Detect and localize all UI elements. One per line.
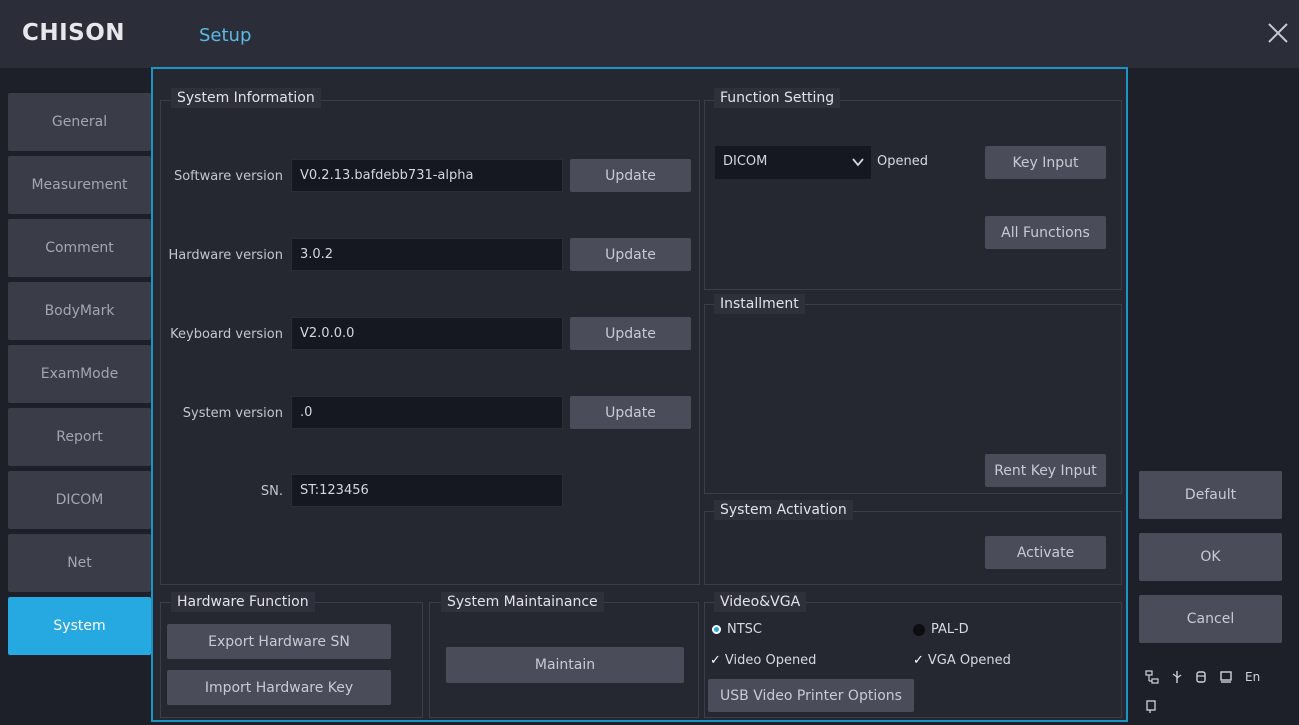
sidebar-item-bodymark[interactable]: BodyMark [8, 282, 151, 340]
check-icon: ✓ [710, 653, 721, 668]
settings-panel: System Information Software version V0.2… [151, 67, 1128, 722]
key-input-button[interactable]: Key Input [985, 146, 1106, 179]
system-maintainance-title: System Maintainance [441, 592, 604, 612]
default-button[interactable]: Default [1139, 471, 1282, 519]
vga-opened-label: VGA Opened [927, 653, 1011, 668]
sidebar-item-net[interactable]: Net [8, 534, 151, 592]
radio-unselected-icon [913, 623, 925, 636]
sidebar-item-exammode[interactable]: ExamMode [8, 345, 151, 403]
sidebar-item-dicom[interactable]: DICOM [8, 471, 151, 529]
keyboard-update-button[interactable]: Update [570, 317, 691, 350]
software-version-label: Software version [173, 169, 283, 184]
page-title: Setup [199, 25, 252, 46]
function-dropdown[interactable]: DICOM [715, 146, 871, 179]
function-setting-title: Function Setting [714, 88, 841, 108]
rent-key-input-button[interactable]: Rent Key Input [985, 454, 1106, 487]
hardware-version-label: Hardware version [168, 248, 283, 263]
sidebar-item-report[interactable]: Report [8, 408, 151, 466]
chison-logo: CHISON [22, 20, 126, 46]
software-version-field: V0.2.13.bafdebb731-alpha [291, 159, 563, 192]
hardware-function-title: Hardware Function [171, 592, 315, 612]
vga-opened-checkbox[interactable]: ✓ VGA Opened [913, 653, 1011, 668]
function-status: Opened [877, 154, 928, 169]
activate-button[interactable]: Activate [985, 536, 1106, 569]
function-dropdown-value: DICOM [723, 154, 768, 169]
ok-button[interactable]: OK [1139, 533, 1282, 581]
radio-selected-icon [712, 625, 721, 634]
status-bar: En [1145, 670, 1260, 684]
installment-title: Installment [714, 294, 805, 314]
usb-icon [1172, 671, 1182, 683]
all-functions-button[interactable]: All Functions [985, 216, 1106, 249]
video-opened-checkbox[interactable]: ✓ Video Opened [710, 653, 816, 668]
monitor-icon [1220, 671, 1232, 683]
system-update-button[interactable]: Update [570, 396, 691, 429]
pal-label: PAL-D [931, 622, 969, 637]
pal-radio[interactable]: PAL-D [913, 622, 969, 637]
storage-icon [1196, 671, 1206, 683]
export-hardware-sn-button[interactable]: Export Hardware SN [167, 624, 391, 659]
maintain-button[interactable]: Maintain [446, 647, 684, 683]
close-icon[interactable] [1265, 20, 1291, 46]
software-update-button[interactable]: Update [570, 159, 691, 192]
sidebar: General Measurement Comment BodyMark Exa… [8, 93, 151, 660]
system-activation-title: System Activation [714, 500, 853, 520]
video-opened-label: Video Opened [724, 653, 817, 668]
import-hardware-key-button[interactable]: Import Hardware Key [167, 670, 391, 705]
system-version-label: System version [182, 406, 283, 421]
keyboard-version-field: V2.0.0.0 [291, 317, 563, 350]
sidebar-item-measurement[interactable]: Measurement [8, 156, 151, 214]
chevron-down-icon [852, 158, 864, 167]
hardware-version-field: 3.0.2 [291, 238, 563, 271]
usb-video-printer-options-button[interactable]: USB Video Printer Options [708, 679, 914, 712]
system-version-field: .0 [291, 396, 563, 429]
sidebar-item-general[interactable]: General [8, 93, 151, 151]
hardware-update-button[interactable]: Update [570, 238, 691, 271]
system-information-title: System Information [171, 88, 321, 108]
sn-label: SN. [260, 484, 283, 499]
sidebar-item-comment[interactable]: Comment [8, 219, 151, 277]
sn-field: ST:123456 [291, 474, 563, 507]
title-bar: CHISON Setup [0, 0, 1299, 68]
keyboard-version-label: Keyboard version [170, 327, 283, 342]
function-setting-group [704, 100, 1122, 290]
cancel-button[interactable]: Cancel [1139, 595, 1282, 643]
ntsc-radio[interactable]: NTSC [712, 622, 762, 637]
language-indicator: En [1245, 670, 1261, 684]
ntsc-label: NTSC [727, 622, 762, 637]
sidebar-item-system[interactable]: System [8, 597, 151, 655]
check-icon: ✓ [913, 653, 924, 668]
network-icon [1145, 670, 1159, 684]
video-vga-title: Video&VGA [714, 592, 807, 612]
device-icon [1146, 700, 1156, 713]
